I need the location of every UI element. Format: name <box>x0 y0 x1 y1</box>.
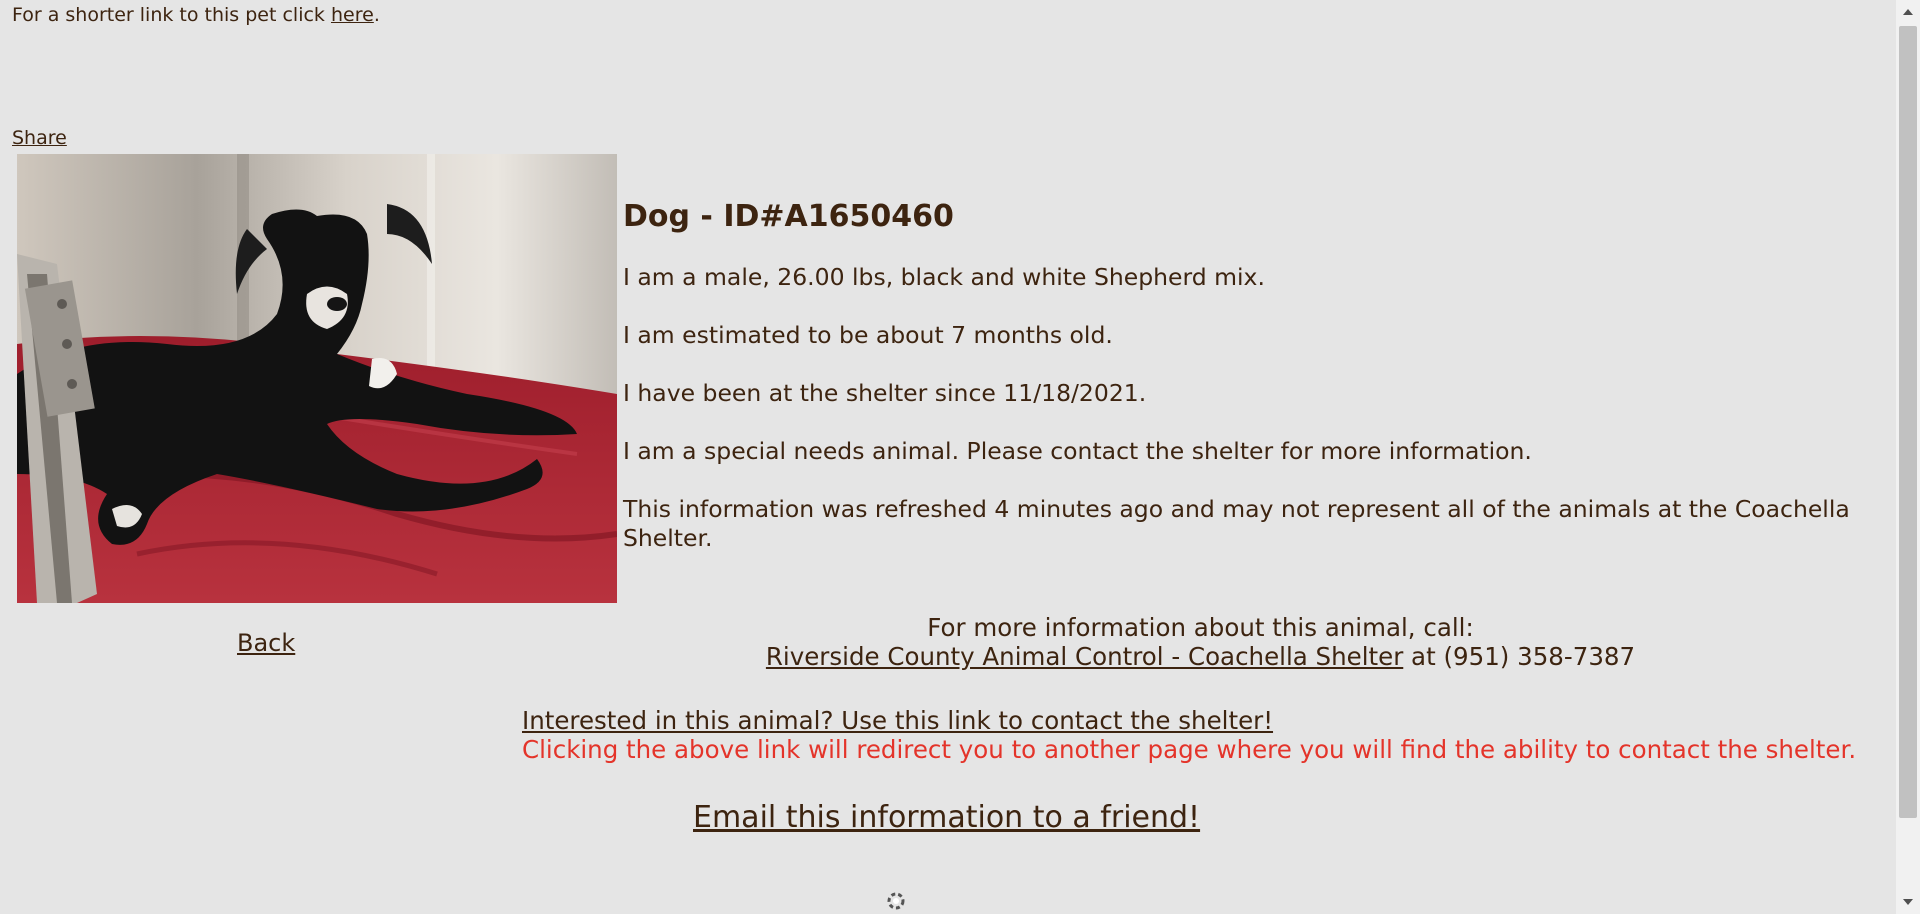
spinner-icon <box>886 888 906 914</box>
email-friend-link[interactable]: Email this information to a friend! <box>693 800 1200 836</box>
interest-block: Interested in this animal? Use this link… <box>522 706 1882 764</box>
pet-title: Dog - ID#A1650460 <box>623 199 954 234</box>
short-link-line: For a shorter link to this pet click her… <box>12 3 380 27</box>
pet-description: I am a male, 26.00 lbs, black and white … <box>623 263 1265 291</box>
short-link-prefix: For a shorter link to this pet click <box>12 4 331 26</box>
chevron-down-icon[interactable] <box>1903 899 1913 905</box>
short-link-here[interactable]: here <box>331 4 374 26</box>
contact-shelter-link[interactable]: Interested in this animal? Use this link… <box>522 706 1273 735</box>
contact-info: For more information about this animal, … <box>623 613 1778 671</box>
pet-photo <box>17 154 617 603</box>
scrollbar[interactable] <box>1896 0 1920 914</box>
pet-age: I am estimated to be about 7 months old. <box>623 321 1113 349</box>
chevron-up-icon[interactable] <box>1903 9 1913 15</box>
redirect-warning: Clicking the above link will redirect yo… <box>522 735 1857 764</box>
pet-special-needs: I am a special needs animal. Please cont… <box>623 437 1532 465</box>
dog-photo-icon <box>17 154 617 603</box>
share-link[interactable]: Share <box>12 126 67 150</box>
shelter-link[interactable]: Riverside County Animal Control - Coache… <box>766 642 1403 671</box>
shelter-phone: at (951) 358-7387 <box>1403 642 1636 671</box>
contact-intro: For more information about this animal, … <box>927 613 1474 642</box>
short-link-suffix: . <box>373 4 380 26</box>
pet-shelter-since: I have been at the shelter since 11/18/2… <box>623 379 1147 407</box>
contact-line: Riverside County Animal Control - Coache… <box>623 642 1778 671</box>
back-link[interactable]: Back <box>237 628 295 658</box>
pet-details-page: For a shorter link to this pet click her… <box>0 0 1896 914</box>
scrollbar-thumb[interactable] <box>1899 26 1917 818</box>
pet-details: Dog - ID#A1650460 I am a male, 26.00 lbs… <box>623 198 1883 582</box>
refresh-note: This information was refreshed 4 minutes… <box>623 495 1850 552</box>
